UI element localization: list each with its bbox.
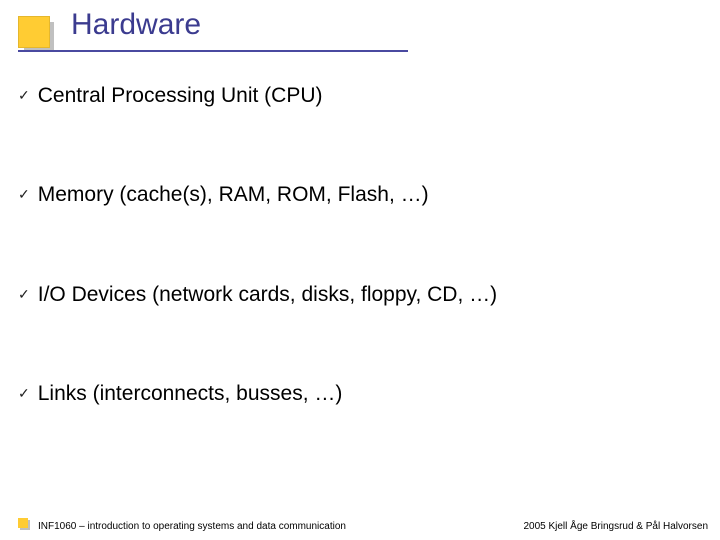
bullet-text: Central Processing Unit (CPU) [38,82,323,109]
list-item: ✓ I/O Devices (network cards, disks, flo… [18,281,698,308]
list-item: ✓ Memory (cache(s), RAM, ROM, Flash, …) [18,181,698,208]
bullet-list: ✓ Central Processing Unit (CPU) ✓ Memory… [18,82,698,479]
slide-title: Hardware [71,8,201,42]
bullet-text: Memory (cache(s), RAM, ROM, Flash, …) [38,181,429,208]
footer-credits: 2005 Kjell Åge Bringsrud & Pål Halvorsen [523,521,708,532]
title-decor-square [18,16,54,52]
check-icon: ✓ [18,88,30,102]
bullet-text: Links (interconnects, busses, …) [38,380,343,407]
bullet-text: I/O Devices (network cards, disks, flopp… [38,281,497,308]
check-icon: ✓ [18,187,30,201]
footer-decor-square [18,518,30,530]
title-underline [18,50,408,52]
list-item: ✓ Central Processing Unit (CPU) [18,82,698,109]
list-item: ✓ Links (interconnects, busses, …) [18,380,698,407]
footer-course: INF1060 – introduction to operating syst… [38,521,523,532]
check-icon: ✓ [18,386,30,400]
check-icon: ✓ [18,287,30,301]
slide-footer: INF1060 – introduction to operating syst… [18,518,708,532]
